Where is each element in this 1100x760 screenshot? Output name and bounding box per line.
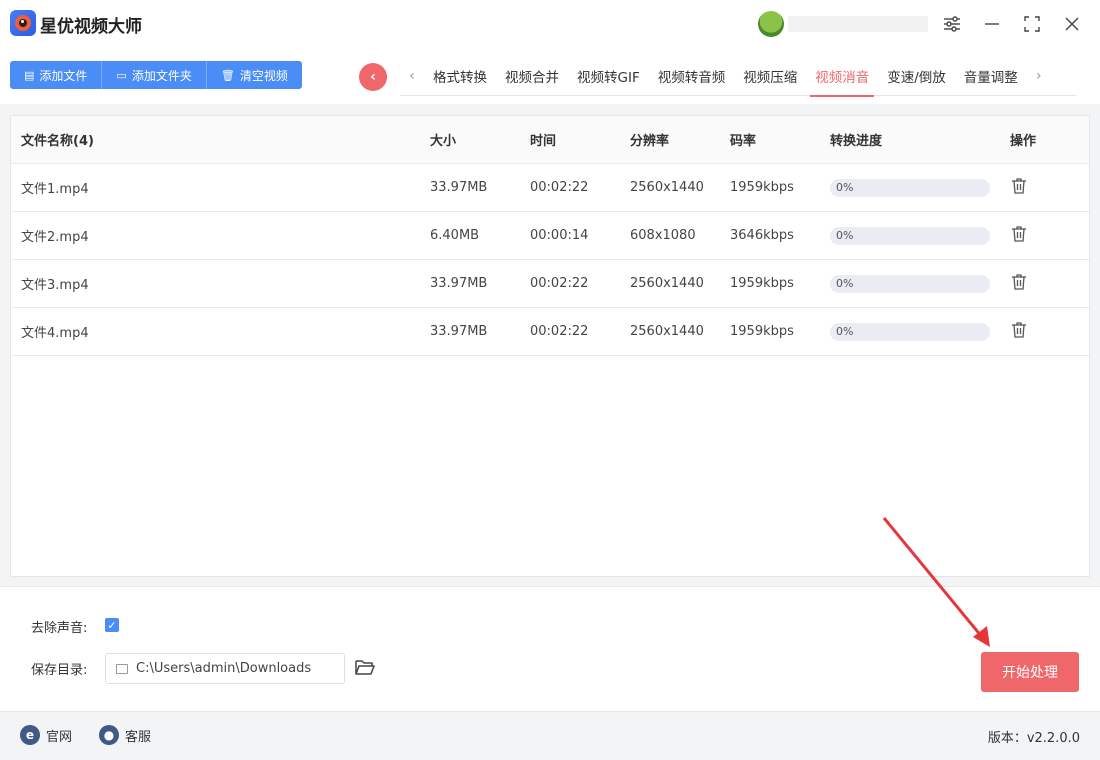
file-name: 文件4.mp4 <box>21 326 89 341</box>
delete-icon[interactable] <box>1010 321 1028 339</box>
tab-video-to-gif[interactable]: 视频转GIF <box>568 56 649 96</box>
progress-bar: 0% <box>830 178 990 197</box>
file-duration: 00:02:22 <box>530 276 589 291</box>
user-avatar[interactable] <box>758 11 784 37</box>
browser-e-icon: e <box>20 725 40 745</box>
clear-videos-label: 清空视频 <box>239 68 288 83</box>
folder-icon <box>116 663 128 674</box>
footer-bar <box>0 712 1100 760</box>
app-title: 星优视频大师 <box>40 17 142 37</box>
header-name: 文件名称(4) <box>21 134 94 149</box>
app-logo-icon <box>10 10 36 36</box>
header-progress: 转换进度 <box>830 134 883 149</box>
file-name: 文件1.mp4 <box>21 182 89 197</box>
tab-speed-reverse[interactable]: 变速/倒放 <box>878 56 955 96</box>
file-table: 文件名称(4) 大小 时间 分辨率 码率 转换进度 操作 文件1.mp4 33.… <box>10 115 1090 577</box>
website-link[interactable]: e 官网 <box>20 725 72 745</box>
minimize-icon[interactable] <box>980 12 1004 36</box>
table-row[interactable]: 文件3.mp4 33.97MB 00:02:22 2560x1440 1959k… <box>11 260 1089 308</box>
header-resolution: 分辨率 <box>630 134 670 149</box>
open-folder-icon[interactable] <box>354 657 376 677</box>
settings-sliders-icon[interactable] <box>940 12 964 36</box>
progress-bar: 0% <box>830 226 990 245</box>
file-name: 文件3.mp4 <box>21 278 89 293</box>
user-name-redacted <box>788 16 928 32</box>
file-duration: 00:00:14 <box>530 228 589 243</box>
save-dir-label: 保存目录: <box>31 663 88 678</box>
start-process-button[interactable]: 开始处理 <box>981 652 1079 692</box>
delete-icon[interactable] <box>1010 273 1028 291</box>
file-bitrate: 1959kbps <box>730 324 794 339</box>
back-button[interactable]: ‹ <box>359 63 387 91</box>
folder-icon: ▭ <box>116 68 127 82</box>
file-bitrate: 1959kbps <box>730 276 794 291</box>
file-size: 33.97MB <box>430 276 488 291</box>
file-bitrate: 1959kbps <box>730 180 794 195</box>
table-header: 文件名称(4) 大小 时间 分辨率 码率 转换进度 操作 <box>11 116 1089 164</box>
arrow-annotation-icon <box>882 517 990 647</box>
checkmark-icon: ✓ <box>107 618 117 632</box>
tabs-scroll-left-icon[interactable]: ‹ <box>400 68 424 84</box>
file-toolbar: ▤ 添加文件 ▭ 添加文件夹 🗑 清空视频 <box>10 61 302 89</box>
close-icon[interactable] <box>1060 12 1084 36</box>
support-link[interactable]: ● 客服 <box>99 725 151 745</box>
tab-video-compress[interactable]: 视频压缩 <box>734 56 806 96</box>
title-bar: 星优视频大师 <box>0 0 1100 48</box>
remove-audio-label: 去除声音: <box>31 621 88 636</box>
add-file-button[interactable]: ▤ 添加文件 <box>10 61 103 89</box>
header-time: 时间 <box>530 134 557 149</box>
progress-bar: 0% <box>830 274 990 293</box>
support-label: 客服 <box>125 729 152 745</box>
header-bitrate: 码率 <box>730 134 757 149</box>
tab-volume-adjust[interactable]: 音量调整 <box>955 56 1027 96</box>
file-size: 6.40MB <box>430 228 480 243</box>
tabs-scroll-right-icon[interactable]: › <box>1027 68 1051 84</box>
delete-icon[interactable] <box>1010 225 1028 243</box>
file-duration: 00:02:22 <box>530 324 589 339</box>
chevron-left-icon: ‹ <box>370 69 376 85</box>
feature-tabs: ‹ 格式转换 视频合并 视频转GIF 视频转音频 视频压缩 视频消音 变速/倒放… <box>400 56 1076 97</box>
progress-bar: 0% <box>830 322 990 341</box>
maximize-icon[interactable] <box>1020 12 1044 36</box>
table-row[interactable]: 文件1.mp4 33.97MB 00:02:22 2560x1440 1959k… <box>11 164 1089 212</box>
save-dir-field[interactable]: C:\Users\admin\Downloads <box>105 653 345 684</box>
file-icon: ▤ <box>24 68 35 82</box>
header-action: 操作 <box>1010 134 1037 149</box>
delete-icon[interactable] <box>1010 177 1028 195</box>
file-resolution: 2560x1440 <box>630 276 704 291</box>
file-name: 文件2.mp4 <box>21 230 89 245</box>
tab-video-mute[interactable]: 视频消音 <box>806 56 878 97</box>
file-resolution: 2560x1440 <box>630 180 704 195</box>
file-resolution: 608x1080 <box>630 228 696 243</box>
tab-video-merge[interactable]: 视频合并 <box>496 56 568 96</box>
file-size: 33.97MB <box>430 324 488 339</box>
save-dir-value: C:\Users\admin\Downloads <box>136 661 312 676</box>
file-size: 33.97MB <box>430 180 488 195</box>
file-duration: 00:02:22 <box>530 180 589 195</box>
add-file-label: 添加文件 <box>39 68 88 83</box>
remove-audio-checkbox[interactable]: ✓ <box>105 618 119 632</box>
header-size: 大小 <box>430 134 457 149</box>
file-bitrate: 3646kbps <box>730 228 794 243</box>
chat-bubble-icon: ● <box>99 725 119 745</box>
add-folder-button[interactable]: ▭ 添加文件夹 <box>102 61 207 89</box>
file-resolution: 2560x1440 <box>630 324 704 339</box>
add-folder-label: 添加文件夹 <box>131 68 192 83</box>
tab-video-to-audio[interactable]: 视频转音频 <box>649 56 735 96</box>
tab-format-convert[interactable]: 格式转换 <box>424 56 496 96</box>
version-text: 版本：v2.2.0.0 <box>987 731 1080 746</box>
table-row[interactable]: 文件2.mp4 6.40MB 00:00:14 608x1080 3646kbp… <box>11 212 1089 260</box>
trash-icon: 🗑 <box>220 68 235 82</box>
website-label: 官网 <box>46 729 73 745</box>
table-row[interactable]: 文件4.mp4 33.97MB 00:02:22 2560x1440 1959k… <box>11 308 1089 356</box>
clear-videos-button[interactable]: 🗑 清空视频 <box>206 61 302 89</box>
